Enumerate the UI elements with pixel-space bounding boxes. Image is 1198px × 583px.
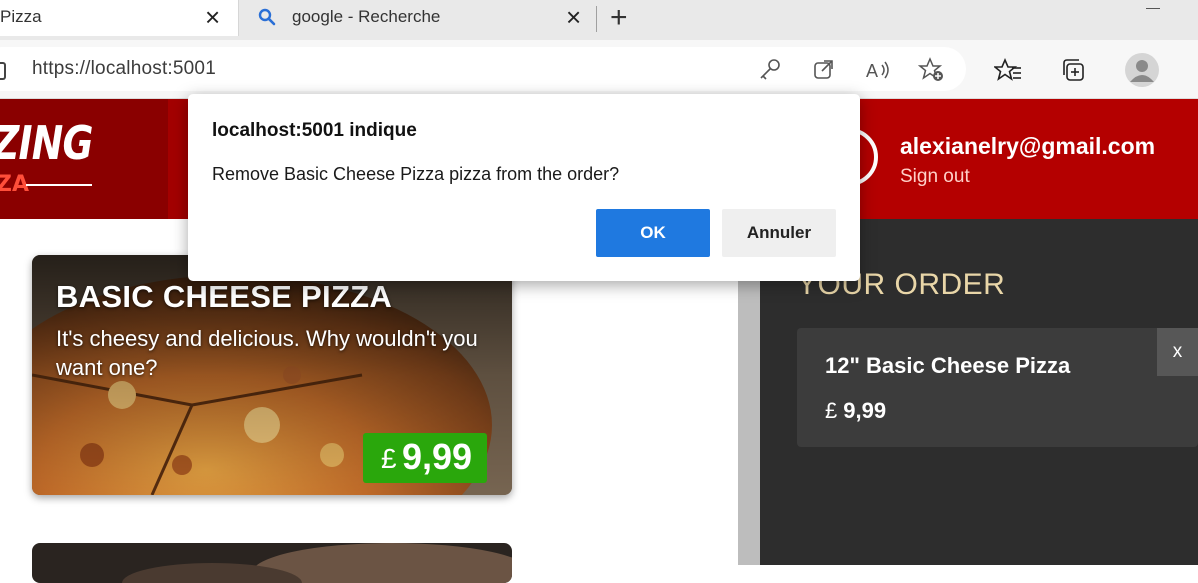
brand-logo-text[interactable]: ZING — [0, 116, 93, 170]
dialog-title: localhost:5001 indique — [212, 120, 417, 141]
cancel-button[interactable]: Annuler — [722, 209, 836, 257]
order-item-price-value: 9,99 — [843, 398, 887, 423]
order-item-currency: £ — [825, 398, 838, 423]
pizza-description: It's cheesy and delicious. Why wouldn't … — [56, 326, 478, 380]
pizza-name: BASIC CHEESE PIZZA — [56, 279, 393, 314]
pizza-image — [32, 543, 512, 583]
remove-item-button[interactable]: x — [1157, 328, 1198, 376]
ok-button[interactable]: OK — [596, 209, 710, 257]
user-email: alexianelry@gmail.com — [900, 133, 1156, 159]
tab-pizza[interactable]: Pizza × — [0, 0, 239, 36]
key-icon[interactable] — [756, 56, 784, 84]
lock-icon[interactable] — [0, 62, 6, 80]
close-icon[interactable]: × — [566, 4, 581, 30]
tab-separator — [596, 6, 597, 32]
brand-underline — [26, 184, 92, 186]
order-item — [797, 328, 1198, 447]
tab-label: Pizza — [0, 7, 42, 26]
svg-text:A: A — [866, 61, 878, 81]
price-currency: £ — [381, 443, 397, 474]
pizza-card[interactable] — [32, 543, 512, 583]
add-favorite-icon[interactable] — [918, 56, 946, 84]
favorites-icon[interactable] — [994, 56, 1022, 84]
tab-label: google - Recherche — [292, 7, 441, 26]
tab-google-search[interactable]: google - Recherche × — [240, 0, 596, 36]
close-icon[interactable]: × — [205, 4, 220, 30]
dialog-message: Remove Basic Cheese Pizza pizza from the… — [212, 164, 620, 184]
url-text[interactable]: https://localhost:5001 — [32, 58, 216, 80]
collections-icon[interactable] — [1060, 56, 1088, 84]
sign-out-link[interactable]: Sign out — [900, 166, 970, 188]
minimize-icon[interactable] — [1146, 8, 1160, 9]
price-value: 9,99 — [402, 436, 473, 477]
read-aloud-icon[interactable]: A — [864, 56, 892, 84]
search-icon — [258, 8, 276, 26]
brand-logo-subtext: ZA — [0, 172, 29, 197]
order-item-name: 12" Basic Cheese Pizza — [825, 353, 1071, 378]
open-external-icon[interactable] — [810, 56, 838, 84]
profile-avatar-icon[interactable] — [1124, 52, 1160, 88]
plus-icon[interactable]: + — [610, 3, 628, 33]
order-item-price: £9,99 — [825, 398, 886, 424]
